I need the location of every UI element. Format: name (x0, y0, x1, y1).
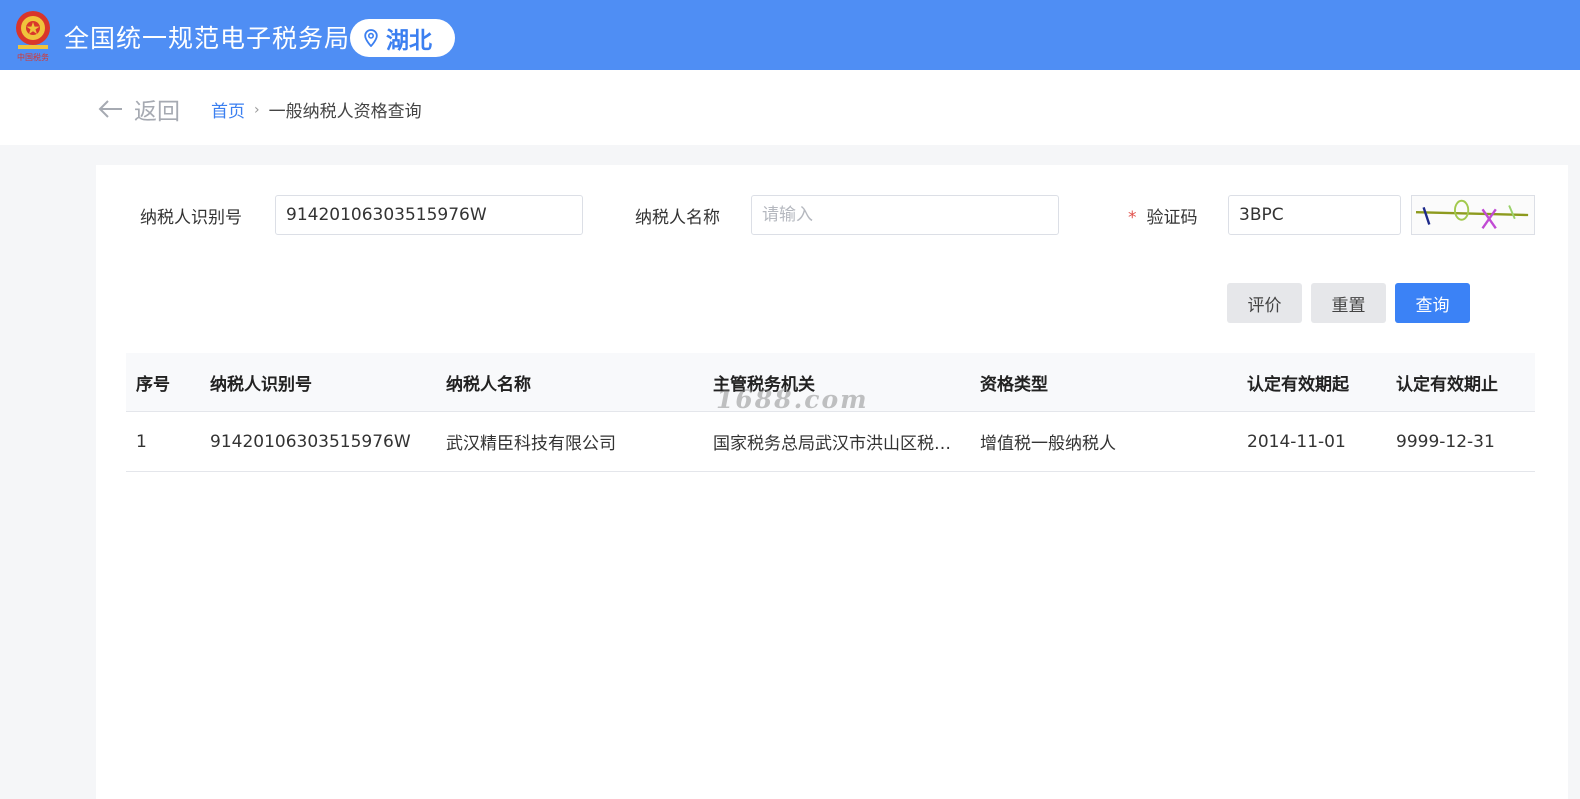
cell-index: 1 (136, 431, 147, 452)
cell-valid-to: 9999-12-31 (1396, 431, 1495, 452)
location-pin-icon (364, 29, 378, 47)
column-header-qualification-type: 资格类型 (980, 374, 1048, 395)
back-button[interactable]: 返回 (98, 92, 180, 126)
column-header-taxpayer-id: 纳税人识别号 (210, 374, 312, 395)
taxpayer-name-input[interactable] (751, 195, 1059, 235)
breadcrumb: 首页 › 一般纳税人资格查询 (211, 97, 422, 123)
cell-taxpayer-id: 91420106303515976W (210, 431, 411, 452)
site-title: 全国统一规范电子税务局 (64, 24, 351, 53)
cell-qualification-type: 增值税一般纳税人 (980, 434, 1116, 454)
breadcrumb-bar: 返回 首页 › 一般纳税人资格查询 (0, 70, 1580, 145)
query-panel: 纳税人识别号 纳税人名称 * 验证码 评价 重置 查询 序号 纳税人识别号 纳税人… (96, 165, 1568, 799)
cell-taxpayer-name: 武汉精臣科技有限公司 (446, 434, 616, 454)
reset-button[interactable]: 重置 (1311, 283, 1386, 323)
breadcrumb-home-link[interactable]: 首页 (211, 97, 245, 122)
captcha-label-group: * 验证码 (1128, 203, 1198, 228)
cell-valid-from: 2014-11-01 (1247, 431, 1346, 452)
column-header-tax-authority: 主管税务机关 (713, 374, 815, 395)
top-header: 中国税务 全国统一规范电子税务局 湖北 (0, 0, 1580, 70)
query-button[interactable]: 查询 (1395, 283, 1470, 323)
cell-tax-authority-text: 国家税务总局武汉市洪山区税务局 (713, 434, 955, 454)
column-header-valid-from: 认定有效期起 (1247, 374, 1349, 395)
back-label: 返回 (134, 99, 180, 125)
breadcrumb-separator: › (254, 101, 260, 118)
cell-tax-authority: 国家税务总局武汉市洪山区税务局 (713, 412, 963, 471)
region-selector[interactable]: 湖北 (350, 19, 455, 57)
column-header-index: 序号 (136, 374, 170, 395)
arrow-left-icon (98, 100, 122, 118)
results-table: 序号 纳税人识别号 纳税人名称 主管税务机关 资格类型 认定有效期起 认定有效期… (126, 353, 1535, 472)
tax-emblem-icon: 中国税务 (16, 11, 50, 62)
column-header-valid-to: 认定有效期止 (1396, 374, 1498, 395)
required-mark: * (1128, 208, 1137, 228)
column-header-taxpayer-name: 纳税人名称 (446, 374, 531, 395)
region-label: 湖北 (386, 28, 432, 54)
taxpayer-id-input[interactable] (275, 195, 583, 235)
captcha-label: 验证码 (1146, 208, 1198, 228)
evaluate-button[interactable]: 评价 (1227, 283, 1302, 323)
table-header: 序号 纳税人识别号 纳税人名称 主管税务机关 资格类型 认定有效期起 认定有效期… (126, 353, 1535, 412)
table-row[interactable]: 1 91420106303515976W 武汉精臣科技有限公司 国家税务总局武汉… (126, 412, 1535, 472)
captcha-input[interactable] (1228, 195, 1401, 235)
breadcrumb-current: 一般纳税人资格查询 (268, 102, 422, 122)
taxpayer-name-label: 纳税人名称 (635, 208, 720, 228)
taxpayer-id-label: 纳税人识别号 (140, 208, 242, 228)
captcha-image[interactable] (1411, 195, 1535, 235)
emblem-text: 中国税务 (17, 52, 49, 62)
